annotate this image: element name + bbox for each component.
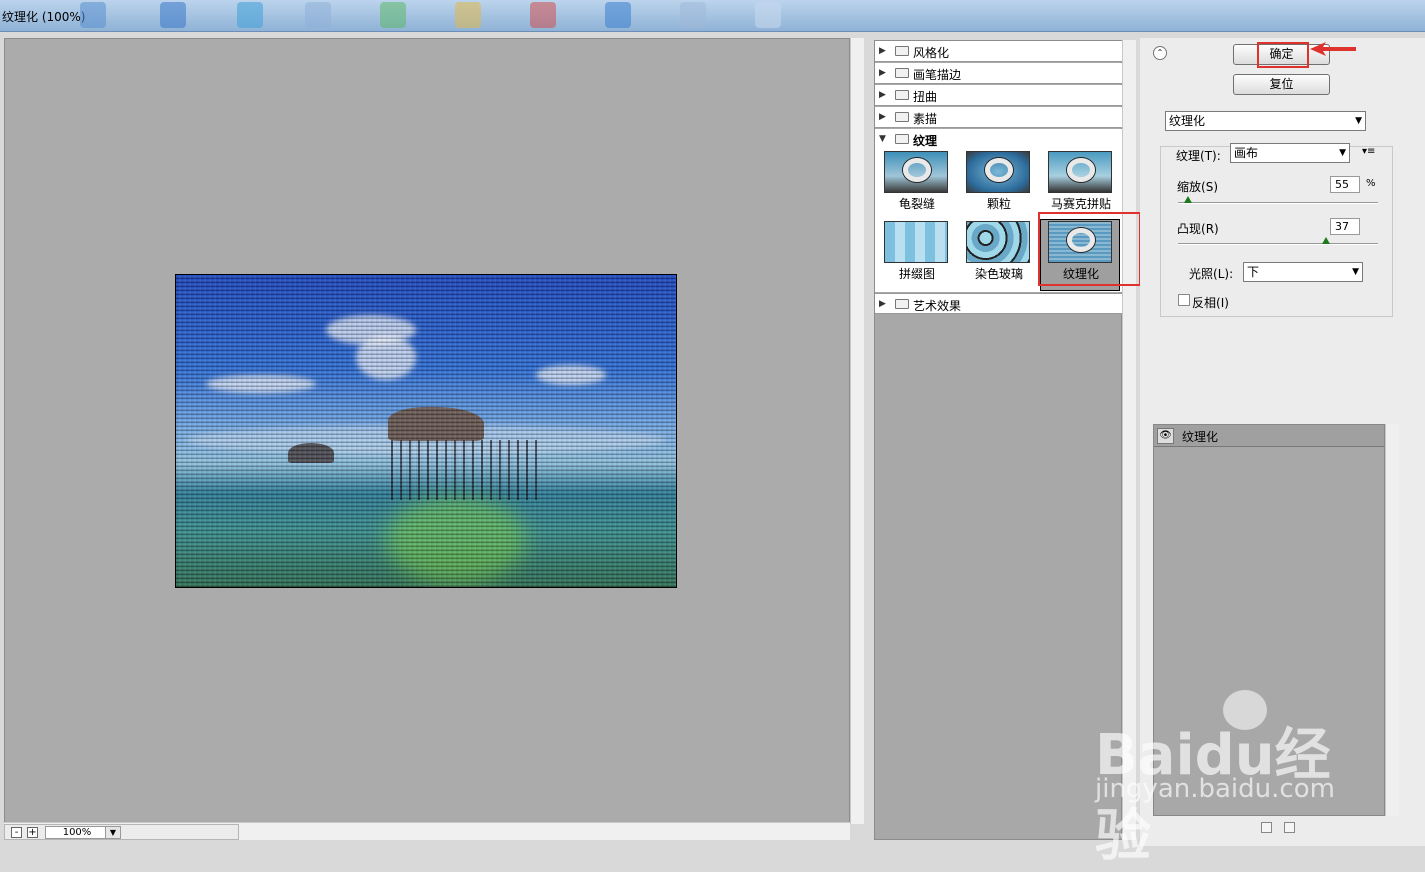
filter-mosaic-tiles[interactable]: 马赛克拼贴: [1048, 151, 1114, 219]
folder-icon: [895, 112, 909, 122]
thumbnail-image: [966, 221, 1030, 263]
window-title: 纹理化 (100%): [2, 10, 86, 24]
category-brush-strokes[interactable]: ▶ 画笔描边: [875, 63, 1122, 84]
knot-icon: [903, 158, 931, 182]
taskbar-icon: [160, 2, 186, 28]
open-folder-icon: [895, 134, 909, 144]
effect-layer-label: 纹理化: [1182, 430, 1219, 444]
thumbnail-image: [884, 221, 948, 263]
thumbnail-image: [1048, 151, 1112, 193]
folder-icon: [895, 46, 909, 56]
relief-slider-handle[interactable]: [1322, 237, 1330, 244]
relief-label: 凸现(R): [1177, 222, 1219, 236]
taskbar-icon: [680, 2, 706, 28]
folder-icon: [895, 68, 909, 78]
zoom-in-button[interactable]: +: [27, 827, 38, 838]
category-label: 风格化: [913, 46, 950, 60]
expand-triangle-icon: ▶: [879, 90, 886, 100]
knot-icon: [985, 158, 1013, 182]
taskbar-icon: [80, 2, 106, 28]
taskbar-icon: [455, 2, 481, 28]
texture-menu-icon[interactable]: ▾≡: [1362, 146, 1375, 157]
taskbar-icon: [530, 2, 556, 28]
canvas-texture-overlay: [176, 275, 676, 587]
taskbar-icon: [237, 2, 263, 28]
collapse-panel-icon[interactable]: ⌃: [1153, 46, 1167, 60]
light-select-value: 下: [1247, 265, 1260, 279]
zoom-control: - + 100% ▼: [4, 824, 239, 840]
folder-icon: [895, 90, 909, 100]
texture-select-value: 画布: [1234, 146, 1259, 160]
taskbar-icon: [380, 2, 406, 28]
thumbnail-image: [884, 151, 948, 193]
zoom-value[interactable]: 100%: [45, 826, 109, 839]
light-select[interactable]: 下 ▼: [1243, 262, 1363, 282]
expand-triangle-icon: ▶: [879, 68, 886, 78]
filter-label: 颗粒: [986, 197, 1011, 211]
filter-craquelure[interactable]: 龟裂缝: [884, 151, 950, 219]
chevron-down-icon: ▼: [1352, 267, 1359, 277]
scaling-label: 缩放(S): [1177, 180, 1218, 194]
texture-label: 纹理(T):: [1176, 149, 1221, 163]
taskbar-icon: [305, 2, 331, 28]
invert-label: 反相(I): [1192, 296, 1229, 310]
filter-select[interactable]: 纹理化 ▼: [1165, 111, 1366, 131]
highlight-box-ok: [1257, 42, 1309, 68]
relief-slider[interactable]: [1178, 243, 1378, 245]
title-bar: 纹理化 (100%): [0, 0, 1425, 32]
category-label: 艺术效果: [913, 299, 962, 313]
expand-triangle-icon: ▶: [879, 46, 886, 56]
annotation-arrow-icon: [1310, 42, 1356, 56]
expand-triangle-icon: ▶: [879, 112, 886, 122]
filter-grain[interactable]: 颗粒: [966, 151, 1032, 219]
category-artistic[interactable]: ▶ 艺术效果: [875, 293, 1122, 314]
scaling-slider[interactable]: [1178, 202, 1378, 204]
filter-patchwork[interactable]: 拼缀图: [884, 221, 950, 289]
collapse-triangle-icon: ▼: [879, 134, 886, 144]
watermark-url: jingyan.baidu.com: [1095, 774, 1335, 804]
category-label: 扭曲: [913, 90, 938, 104]
texture-select[interactable]: 画布 ▼: [1230, 143, 1350, 163]
taskbar-icon: [605, 2, 631, 28]
folder-icon: [895, 299, 909, 309]
scaling-input[interactable]: 55: [1330, 176, 1360, 193]
filter-stained-glass[interactable]: 染色玻璃: [966, 221, 1032, 289]
category-texture[interactable]: ▼ 纹理: [875, 129, 1122, 150]
scaling-slider-handle[interactable]: [1184, 196, 1192, 203]
thumbnail-image: [966, 151, 1030, 193]
knot-icon: [1067, 158, 1095, 182]
zoom-out-button[interactable]: -: [11, 827, 22, 838]
expand-triangle-icon: ▶: [879, 299, 886, 309]
category-label: 画笔描边: [913, 68, 962, 82]
category-label: 纹理: [913, 134, 938, 148]
effect-layer-row[interactable]: 👁 纹理化: [1154, 425, 1384, 447]
filter-select-value: 纹理化: [1169, 114, 1206, 128]
category-sketch[interactable]: ▶ 素描: [875, 107, 1122, 128]
preview-vertical-scrollbar[interactable]: [850, 38, 864, 824]
filter-label: 染色玻璃: [974, 267, 1023, 281]
highlight-box-texturizer: [1038, 212, 1141, 286]
scaling-unit: %: [1366, 178, 1376, 189]
baidu-watermark: Baidu经验 jingyan.baidu.com: [1095, 690, 1355, 869]
filter-label: 拼缀图: [898, 267, 935, 281]
filter-label: 马赛克拼贴: [1050, 197, 1111, 211]
category-distort[interactable]: ▶ 扭曲: [875, 85, 1122, 106]
taskbar-icon: [755, 2, 781, 28]
effect-layers-scrollbar[interactable]: [1385, 424, 1399, 816]
chevron-down-icon: ▼: [1339, 148, 1346, 158]
category-stylize[interactable]: ▶ 风格化: [875, 41, 1122, 62]
zoom-dropdown-button[interactable]: ▼: [105, 826, 121, 839]
chevron-down-icon: ▼: [1355, 116, 1362, 126]
light-label: 光照(L):: [1189, 267, 1234, 281]
filter-label: 龟裂缝: [898, 197, 935, 211]
invert-checkbox[interactable]: [1178, 294, 1190, 306]
reset-button[interactable]: 复位: [1233, 74, 1330, 95]
eye-icon[interactable]: 👁: [1157, 428, 1174, 444]
category-label: 素描: [913, 112, 938, 126]
relief-input[interactable]: 37: [1330, 218, 1360, 235]
preview-image[interactable]: [175, 274, 677, 588]
